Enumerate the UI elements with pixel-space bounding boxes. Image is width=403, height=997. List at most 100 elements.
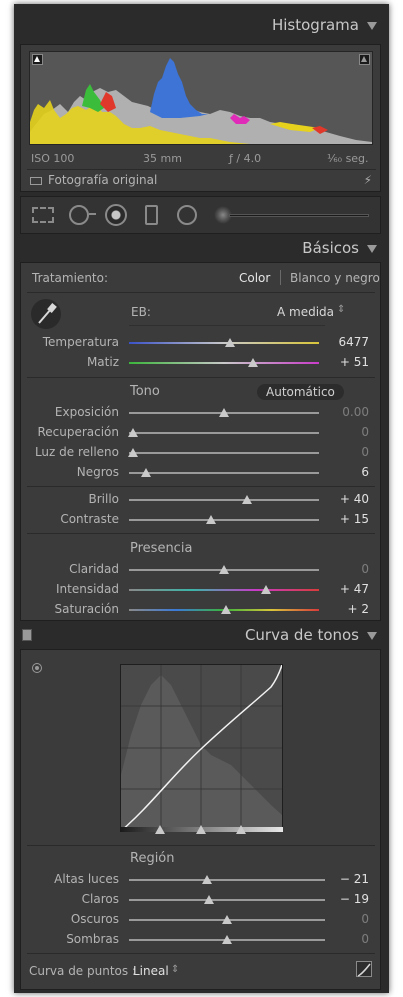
- slider-track[interactable]: [129, 499, 319, 501]
- slider-value[interactable]: 0: [321, 912, 369, 926]
- slider-value[interactable]: + 2: [321, 602, 369, 616]
- lightning-icon[interactable]: ⚡: [364, 173, 372, 187]
- wb-preset-select[interactable]: A medida: [277, 305, 334, 319]
- split-point-handle[interactable]: [155, 825, 165, 834]
- slider-thumb[interactable]: [204, 895, 215, 904]
- slider-value[interactable]: 6: [321, 465, 369, 479]
- spot-arrow-icon: [89, 213, 96, 215]
- highlight-clipping-toggle[interactable]: [359, 54, 370, 65]
- slider-thumb[interactable]: [224, 338, 235, 347]
- spot-removal-icon[interactable]: [69, 205, 89, 225]
- slider-value[interactable]: + 51: [321, 355, 369, 369]
- slider-label: Altas luces: [54, 872, 119, 886]
- collapse-triangle-icon[interactable]: [367, 245, 377, 253]
- tone-curve-graph[interactable]: [120, 664, 283, 832]
- slider-thumb[interactable]: [219, 565, 229, 574]
- collapse-triangle-icon[interactable]: [367, 22, 377, 30]
- slider-label: Saturación: [54, 602, 119, 616]
- panel-toggle-switch[interactable]: [22, 629, 32, 641]
- slider-value[interactable]: − 19: [321, 892, 369, 906]
- slider-track[interactable]: [129, 362, 319, 364]
- split-point-handle[interactable]: [196, 825, 206, 834]
- slider-thumb[interactable]: [127, 428, 138, 437]
- original-photo-label[interactable]: Fotografía original: [48, 173, 157, 187]
- point-curve-select[interactable]: Lineal: [133, 964, 169, 978]
- iso-info: ISO 100: [31, 152, 75, 165]
- slider-thumb[interactable]: [219, 408, 229, 417]
- treatment-label: Tratamiento:: [32, 271, 109, 285]
- slider-thumb[interactable]: [141, 468, 152, 477]
- slider-track[interactable]: [129, 452, 319, 454]
- slider-track[interactable]: [129, 879, 325, 881]
- histogram-display[interactable]: [29, 51, 373, 145]
- adjustment-brush-icon[interactable]: [177, 205, 197, 225]
- histogram-title: Histograma: [271, 16, 359, 34]
- tone-section-title: Tono: [130, 384, 160, 399]
- divider: [129, 325, 325, 326]
- red-eye-icon[interactable]: [105, 204, 127, 226]
- wb-selector-button[interactable]: [31, 299, 61, 329]
- slider-value[interactable]: + 40: [321, 492, 369, 506]
- split-point-handle[interactable]: [236, 825, 246, 834]
- slider-value[interactable]: 0: [321, 425, 369, 439]
- slider-thumb[interactable]: [260, 585, 271, 594]
- region-section-title: Región: [130, 851, 175, 866]
- slider-thumb[interactable]: [222, 935, 232, 944]
- curve-title: Curva de tonos: [244, 626, 359, 644]
- histogram-graph: [30, 58, 372, 144]
- shadow-clipping-toggle[interactable]: [32, 54, 43, 65]
- slider-thumb[interactable]: [202, 875, 213, 884]
- slider-value[interactable]: + 47: [321, 582, 369, 596]
- wb-label: EB:: [131, 305, 151, 319]
- focal-length-info: 35 mm: [143, 152, 182, 165]
- graduated-filter-icon[interactable]: [145, 205, 158, 225]
- slider-track[interactable]: [129, 589, 319, 591]
- slider-track[interactable]: [129, 899, 325, 901]
- divider: [280, 270, 281, 285]
- slider-track[interactable]: [129, 519, 319, 521]
- aperture-info: ƒ / 4.0: [229, 152, 262, 165]
- divider: [27, 845, 375, 846]
- updown-arrows-icon: ⇕: [337, 304, 346, 315]
- crop-tool-icon[interactable]: [32, 207, 54, 223]
- treatment-bw-option[interactable]: Blanco y negro: [290, 271, 380, 285]
- treatment-color-option[interactable]: Color: [239, 271, 270, 285]
- divider: [27, 377, 375, 378]
- slider-track[interactable]: [129, 472, 319, 474]
- slider-track[interactable]: [129, 432, 319, 434]
- slider-value[interactable]: 0.00: [321, 405, 369, 419]
- slider-value[interactable]: − 21: [321, 872, 369, 886]
- point-curve-edit-button[interactable]: [356, 961, 372, 977]
- slider-value[interactable]: 0: [321, 932, 369, 946]
- slider-thumb[interactable]: [222, 915, 232, 924]
- basicos-title: Básicos: [302, 239, 359, 257]
- slider-label: Brillo: [88, 492, 119, 506]
- slider-thumb[interactable]: [247, 358, 258, 367]
- auto-tone-button[interactable]: Automático: [257, 384, 344, 400]
- slider-thumb[interactable]: [205, 515, 216, 524]
- slider-label: Sombras: [66, 932, 119, 946]
- divider: [27, 292, 375, 293]
- slider-value[interactable]: + 15: [321, 512, 369, 526]
- basicos-header[interactable]: Básicos: [14, 235, 389, 262]
- slider-thumb[interactable]: [127, 448, 138, 457]
- slider-value[interactable]: 6477: [321, 335, 369, 349]
- slider-thumb[interactable]: [241, 495, 252, 504]
- slider-label: Temperatura: [42, 335, 119, 349]
- collapse-triangle-icon[interactable]: [367, 632, 377, 640]
- shutter-info: ¹⁄₆₀ seg.: [327, 152, 369, 165]
- presence-section-title: Presencia: [130, 541, 193, 556]
- curve-panel: Región Altas luces − 21 Claros − 19 Oscu…: [20, 649, 381, 990]
- slider-label: Contraste: [60, 512, 119, 526]
- slider-value[interactable]: 0: [321, 562, 369, 576]
- updown-arrows-icon: ⇕: [171, 964, 180, 975]
- curve-header[interactable]: Curva de tonos: [14, 622, 389, 649]
- slider-thumb[interactable]: [220, 605, 231, 614]
- slider-label: Claros: [81, 892, 119, 906]
- brush-slider-track[interactable]: [229, 214, 369, 217]
- curve-edit-icon: [357, 963, 371, 977]
- histogram-header[interactable]: Histograma: [14, 12, 389, 39]
- slider-value[interactable]: 0: [321, 445, 369, 459]
- target-adjust-icon[interactable]: [32, 663, 42, 673]
- divider: [27, 169, 376, 170]
